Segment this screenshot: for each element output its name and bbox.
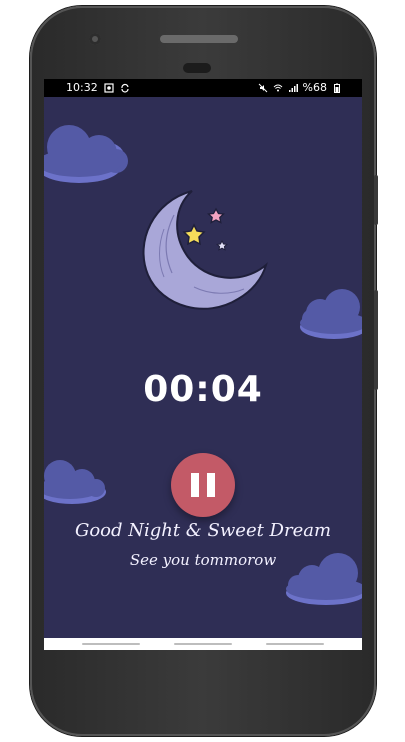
power-button [374,175,378,225]
proximity-sensor [183,63,211,73]
cloud-right-middle [300,289,362,339]
star-yellow-icon [182,223,206,246]
status-left-icons [104,83,130,93]
star-pink-icon [207,207,225,224]
wifi-icon [273,84,282,92]
see-you-message: See you tommorow [129,551,277,569]
earpiece [160,35,238,43]
pause-button[interactable] [171,453,235,517]
sleep-screen: 00:04 Good Night & Sweet Dream See you t… [44,97,362,638]
signal-icon [288,84,298,92]
volume-button [374,290,378,390]
status-time: 10:32 [66,81,98,94]
sync-icon [121,83,129,93]
front-camera [89,33,101,45]
mute-icon [258,83,267,93]
goodnight-message: Good Night & Sweet Dream [74,520,332,541]
cloud-top-left [44,125,128,183]
status-bar: 10:32 %68 [44,79,362,97]
status-right: %68 [258,79,342,97]
nav-home[interactable] [174,643,232,645]
nav-recents[interactable] [266,643,324,645]
star-small-icon [216,239,228,251]
timer-display: 00:04 [143,369,263,410]
nav-back[interactable] [82,643,140,645]
cloud-left-lower [44,460,106,504]
battery-icon [334,83,340,93]
pause-icon [191,473,215,497]
moon-illustration [142,190,268,310]
battery-percent: %68 [302,81,327,94]
navigation-bar [44,638,362,650]
photo-icon [104,83,114,93]
screen: 10:32 %68 00:04 Good Night & Sweet Dream… [44,79,362,650]
